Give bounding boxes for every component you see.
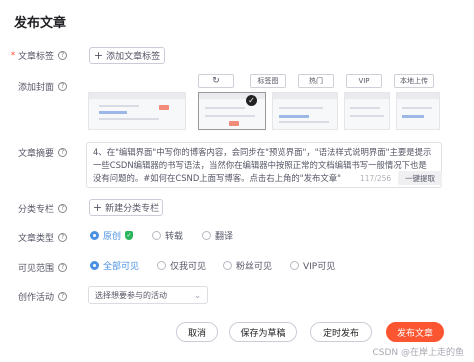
publish-button[interactable]: 发布文章 xyxy=(386,322,444,342)
cover-thumbnail[interactable] xyxy=(344,92,390,130)
help-icon[interactable]: ? xyxy=(58,51,68,60)
tags-row-label: * 文章标签 ? xyxy=(8,49,84,62)
help-icon[interactable]: ? xyxy=(58,233,68,242)
activity-select[interactable]: 选择想要参与的活动 ⌄ xyxy=(88,286,208,304)
radio-visible-all[interactable] xyxy=(90,261,99,270)
dialog-title: 发布文章 xyxy=(14,16,67,31)
column-row-label: 分类专栏 ? xyxy=(8,202,84,215)
chevron-down-icon: ⌄ xyxy=(194,291,201,300)
cover-option-label: 本地上传 xyxy=(400,77,428,85)
cover-thumbnail[interactable] xyxy=(272,92,338,130)
save-draft-button[interactable]: 保存为草稿 xyxy=(229,322,297,342)
help-icon[interactable]: ? xyxy=(58,292,68,301)
radio-visible-fans[interactable] xyxy=(223,261,232,270)
cover-thumbnail[interactable] xyxy=(396,92,440,130)
activity-select-placeholder: 选择想要参与的活动 xyxy=(95,290,167,300)
extract-summary-button[interactable]: 一键提取 xyxy=(398,171,442,185)
help-icon[interactable]: ? xyxy=(58,148,68,157)
column-label: 分类专栏 xyxy=(18,205,55,215)
tags-label: 文章标签 xyxy=(18,52,55,62)
activity-row-label: 创作活动 ? xyxy=(8,290,84,303)
radio-visible-self[interactable] xyxy=(157,261,166,270)
visibility-row-label: 可见范围 ? xyxy=(8,261,84,274)
cancel-button[interactable]: 取消 xyxy=(176,322,218,342)
summary-row-label: 文章摘要 ? xyxy=(8,146,84,159)
cover-label: 添加封面 xyxy=(18,83,55,93)
help-icon[interactable]: ? xyxy=(58,263,68,272)
radio-translate[interactable] xyxy=(202,231,211,240)
watermark: CSDN @在岸上走的鱼 xyxy=(372,348,464,358)
cover-row-label: 添加封面 ? xyxy=(8,80,84,93)
radio-translate-label[interactable]: 翻译 xyxy=(215,229,233,242)
radio-repost-label[interactable]: 转载 xyxy=(165,229,183,242)
add-tag-button[interactable]: + 添加文章标签 xyxy=(89,47,165,64)
help-icon[interactable]: ? xyxy=(58,204,68,213)
radio-original[interactable] xyxy=(90,231,99,240)
cover-option-local-upload[interactable]: 本地上传 xyxy=(394,74,434,88)
radio-repost[interactable] xyxy=(152,231,161,240)
refresh-icon: ↻ xyxy=(212,76,220,86)
visibility-label: 可见范围 xyxy=(18,264,55,274)
article-type-row-label: 文章类型 ? xyxy=(8,231,84,244)
summary-label: 文章摘要 xyxy=(18,149,55,159)
add-tag-button-label: 添加文章标签 xyxy=(106,52,161,62)
plus-icon: + xyxy=(92,201,103,214)
cover-thumbnail[interactable] xyxy=(88,92,186,130)
plus-icon: + xyxy=(93,49,104,62)
cover-option-tag-image[interactable]: 标签图 xyxy=(250,74,286,88)
add-column-button[interactable]: + 新建分类专栏 xyxy=(89,199,163,216)
activity-label: 创作活动 xyxy=(18,293,55,303)
check-icon: ✓ xyxy=(246,95,257,106)
cover-option-label: 热门 xyxy=(309,77,323,85)
cover-option-label: 标签图 xyxy=(257,77,279,85)
article-type-label: 文章类型 xyxy=(18,234,55,244)
cover-option-hot[interactable]: 热门 xyxy=(298,74,334,88)
shield-check-icon: ✓ xyxy=(125,231,133,240)
required-mark: * xyxy=(10,50,16,61)
add-column-button-label: 新建分类专栏 xyxy=(105,204,160,214)
radio-visible-fans-label[interactable]: 粉丝可见 xyxy=(236,259,272,272)
radio-visible-self-label[interactable]: 仅我可见 xyxy=(170,259,206,272)
refresh-covers-button[interactable]: ↻ xyxy=(198,74,234,88)
radio-original-label[interactable]: 原创 xyxy=(103,229,121,242)
radio-visible-vip[interactable] xyxy=(290,261,299,270)
help-icon[interactable]: ? xyxy=(58,82,68,91)
summary-char-count: 117/256 xyxy=(360,174,392,183)
radio-visible-all-label[interactable]: 全部可见 xyxy=(103,259,139,272)
cover-option-label: VIP xyxy=(358,77,370,85)
schedule-publish-button[interactable]: 定时发布 xyxy=(310,322,372,342)
cover-option-vip[interactable]: VIP xyxy=(346,74,382,88)
radio-visible-vip-label[interactable]: VIP可见 xyxy=(303,259,335,272)
